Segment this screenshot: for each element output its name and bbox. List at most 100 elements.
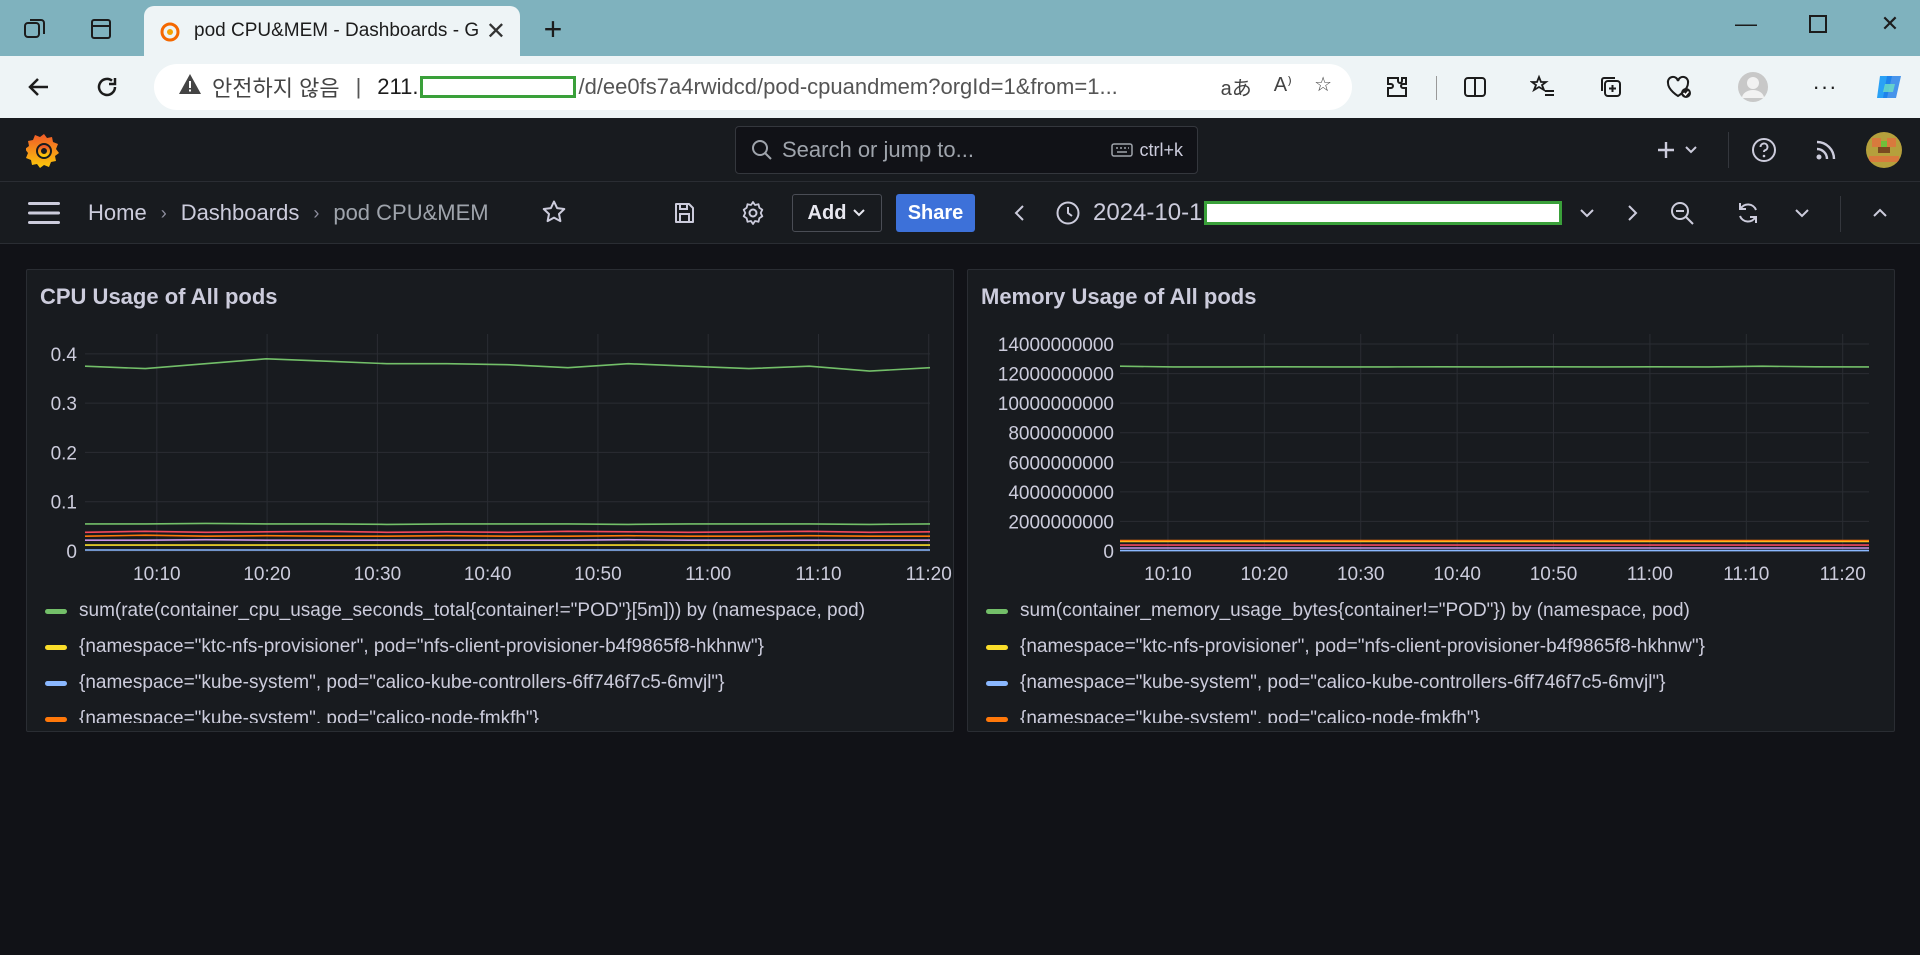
y-tick-label: 14000000000 — [998, 335, 1114, 356]
url-field[interactable]: 안전하지 않음 | 211. /d/ee0fs7a4rwidcd/pod-cpu… — [154, 64, 1352, 110]
share-button[interactable]: Share — [896, 194, 975, 232]
close-tab-icon[interactable]: ✕ — [486, 17, 506, 46]
translate-icon[interactable]: aあ — [1221, 72, 1252, 101]
breadcrumb-dashboards[interactable]: Dashboards — [181, 200, 300, 226]
y-tick-label: 0 — [66, 542, 77, 563]
mark-favorite-star-icon[interactable] — [541, 199, 567, 230]
not-secure-warning-icon[interactable] — [178, 73, 202, 101]
browser-address-bar: 안전하지 않음 | 211. /d/ee0fs7a4rwidcd/pod-cpu… — [0, 56, 1920, 118]
time-range-chevron-down-icon[interactable] — [1573, 199, 1601, 227]
collections-icon[interactable] — [1592, 68, 1630, 106]
maximize-icon[interactable] — [1788, 4, 1848, 44]
legend-label: {namespace="kube-system", pod="calico-ku… — [1020, 672, 1666, 693]
panel-title: CPU Usage of All pods — [40, 284, 278, 309]
legend-item[interactable]: {namespace="ktc-nfs-provisioner", pod="n… — [45, 629, 943, 665]
more-options-icon[interactable]: ··· — [1806, 68, 1844, 106]
extensions-icon[interactable] — [1378, 68, 1416, 106]
add-label: Add — [807, 201, 847, 224]
y-tick-label: 10000000000 — [998, 394, 1114, 415]
help-icon[interactable] — [1748, 134, 1780, 166]
save-dashboard-icon[interactable] — [670, 199, 698, 227]
read-aloud-icon[interactable]: A⁾ — [1274, 72, 1292, 101]
panel-title: Memory Usage of All pods — [981, 284, 1257, 309]
add-dropdown-button[interactable]: Add — [792, 194, 882, 232]
active-tab[interactable]: pod CPU&MEM - Dashboards - G ✕ — [144, 6, 520, 56]
nav-divider — [1728, 132, 1729, 168]
y-tick-label: 4000000000 — [1008, 483, 1114, 504]
y-tick-label: 0.1 — [51, 493, 77, 514]
breadcrumb-current-dashboard: pod CPU&MEM — [333, 200, 489, 225]
x-tick-label: 10:40 — [464, 564, 512, 585]
y-tick-label: 12000000000 — [998, 365, 1114, 386]
breadcrumb-home[interactable]: Home — [88, 200, 147, 226]
search-placeholder: Search or jump to... — [782, 137, 974, 162]
legend-label: sum(container_memory_usage_bytes{contain… — [1020, 600, 1690, 621]
refresh-interval-chevron-down-icon[interactable] — [1788, 199, 1816, 227]
x-tick-label: 11:20 — [1820, 564, 1866, 585]
x-tick-label: 11:10 — [1723, 564, 1769, 585]
time-shift-back-icon[interactable] — [1006, 199, 1034, 227]
redacted-host — [420, 76, 577, 98]
menu-hamburger-icon[interactable] — [28, 200, 60, 226]
favorite-star-icon[interactable]: ☆ — [1314, 72, 1332, 101]
not-secure-label: 안전하지 않음 — [212, 76, 340, 101]
legend-label: {namespace="kube-system", pod="calico-no… — [1020, 708, 1480, 723]
legend-item[interactable]: sum(container_memory_usage_bytes{contain… — [986, 593, 1884, 629]
legend-swatch — [986, 716, 1008, 722]
legend-label: sum(rate(container_cpu_usage_seconds_tot… — [79, 600, 866, 621]
tab-actions-icon[interactable] — [82, 10, 120, 48]
search-input[interactable]: Search or jump to... ctrl+k — [735, 126, 1198, 174]
legend-item[interactable]: sum(rate(container_cpu_usage_seconds_tot… — [45, 593, 943, 629]
profile-avatar-icon[interactable] — [1734, 68, 1772, 106]
time-range-picker[interactable]: 2024-10-1 — [1055, 196, 1563, 230]
browser-essentials-icon[interactable] — [1660, 68, 1698, 106]
y-tick-label: 0.2 — [51, 443, 77, 464]
legend-label: {namespace="kube-system", pod="calico-ku… — [79, 672, 725, 693]
refresh-icon[interactable] — [1734, 199, 1762, 227]
y-tick-label: 2000000000 — [1008, 512, 1114, 533]
time-range-label: 2024-10-1 — [1093, 199, 1203, 226]
dashboard-settings-gear-icon[interactable] — [739, 199, 767, 227]
legend-item[interactable]: {namespace="kube-system", pod="calico-ku… — [45, 665, 943, 701]
search-shortcut-hint: ctrl+k — [1111, 140, 1183, 161]
y-tick-label: 0.4 — [51, 345, 78, 366]
favorites-icon[interactable] — [1524, 68, 1562, 106]
clock-icon — [1056, 201, 1080, 225]
news-feed-icon[interactable] — [1810, 134, 1842, 166]
toolbar-divider — [1840, 196, 1841, 232]
zoom-out-icon[interactable] — [1668, 199, 1696, 227]
x-tick-label: 11:00 — [1627, 564, 1673, 585]
cpu-usage-chart: 0 0.1 0.2 0.3 0.4 10:10 10:20 10:30 10:40 10:50 11… — [51, 334, 952, 585]
new-menu-button[interactable] — [1652, 134, 1702, 166]
keyboard-icon — [1111, 143, 1134, 157]
cpu-usage-panel[interactable]: 0 0.1 0.2 0.3 0.4 10:10 10:20 10:30 10:40 10:50 11… — [26, 269, 954, 732]
legend-item[interactable]: {namespace="kube-system", pod="calico-no… — [45, 701, 943, 723]
series-line — [84, 534, 930, 538]
series-line — [84, 530, 931, 534]
grafana-logo-icon[interactable] — [26, 132, 62, 168]
back-icon[interactable] — [20, 68, 58, 106]
chart-legend: sum(container_memory_usage_bytes{contain… — [986, 593, 1884, 723]
legend-swatch — [986, 644, 1008, 650]
browser-tab-bar: pod CPU&MEM - Dashboards - G ✕ + — ✕ — [0, 0, 1920, 56]
memory-usage-panel[interactable]: 0 2000000000 4000000000 6000000000 800000000… — [967, 269, 1895, 732]
legend-swatch — [45, 680, 67, 686]
x-tick-label: 10:20 — [243, 564, 291, 585]
new-tab-button[interactable]: + — [534, 10, 572, 48]
legend-item[interactable]: {namespace="kube-system", pod="calico-no… — [986, 701, 1884, 723]
chart-legend: sum(rate(container_cpu_usage_seconds_tot… — [45, 593, 943, 723]
close-window-icon[interactable]: ✕ — [1860, 4, 1920, 44]
reload-icon[interactable] — [88, 68, 126, 106]
legend-item[interactable]: {namespace="kube-system", pod="calico-ku… — [986, 665, 1884, 701]
legend-label: {namespace="ktc-nfs-provisioner", pod="n… — [1020, 636, 1705, 657]
dashboard-toolbar: Home › Dashboards › pod CPU&MEM Add Shar… — [0, 182, 1920, 244]
y-tick-label: 8000000000 — [1008, 424, 1114, 445]
copilot-icon[interactable] — [1870, 68, 1908, 106]
minimize-icon[interactable]: — — [1716, 4, 1776, 44]
legend-item[interactable]: {namespace="ktc-nfs-provisioner", pod="n… — [986, 629, 1884, 665]
collapse-chevron-up-icon[interactable] — [1866, 199, 1894, 227]
split-screen-icon[interactable] — [1456, 68, 1494, 106]
time-shift-forward-icon[interactable] — [1618, 199, 1646, 227]
workspaces-icon[interactable] — [16, 10, 54, 48]
user-avatar[interactable] — [1866, 132, 1902, 168]
